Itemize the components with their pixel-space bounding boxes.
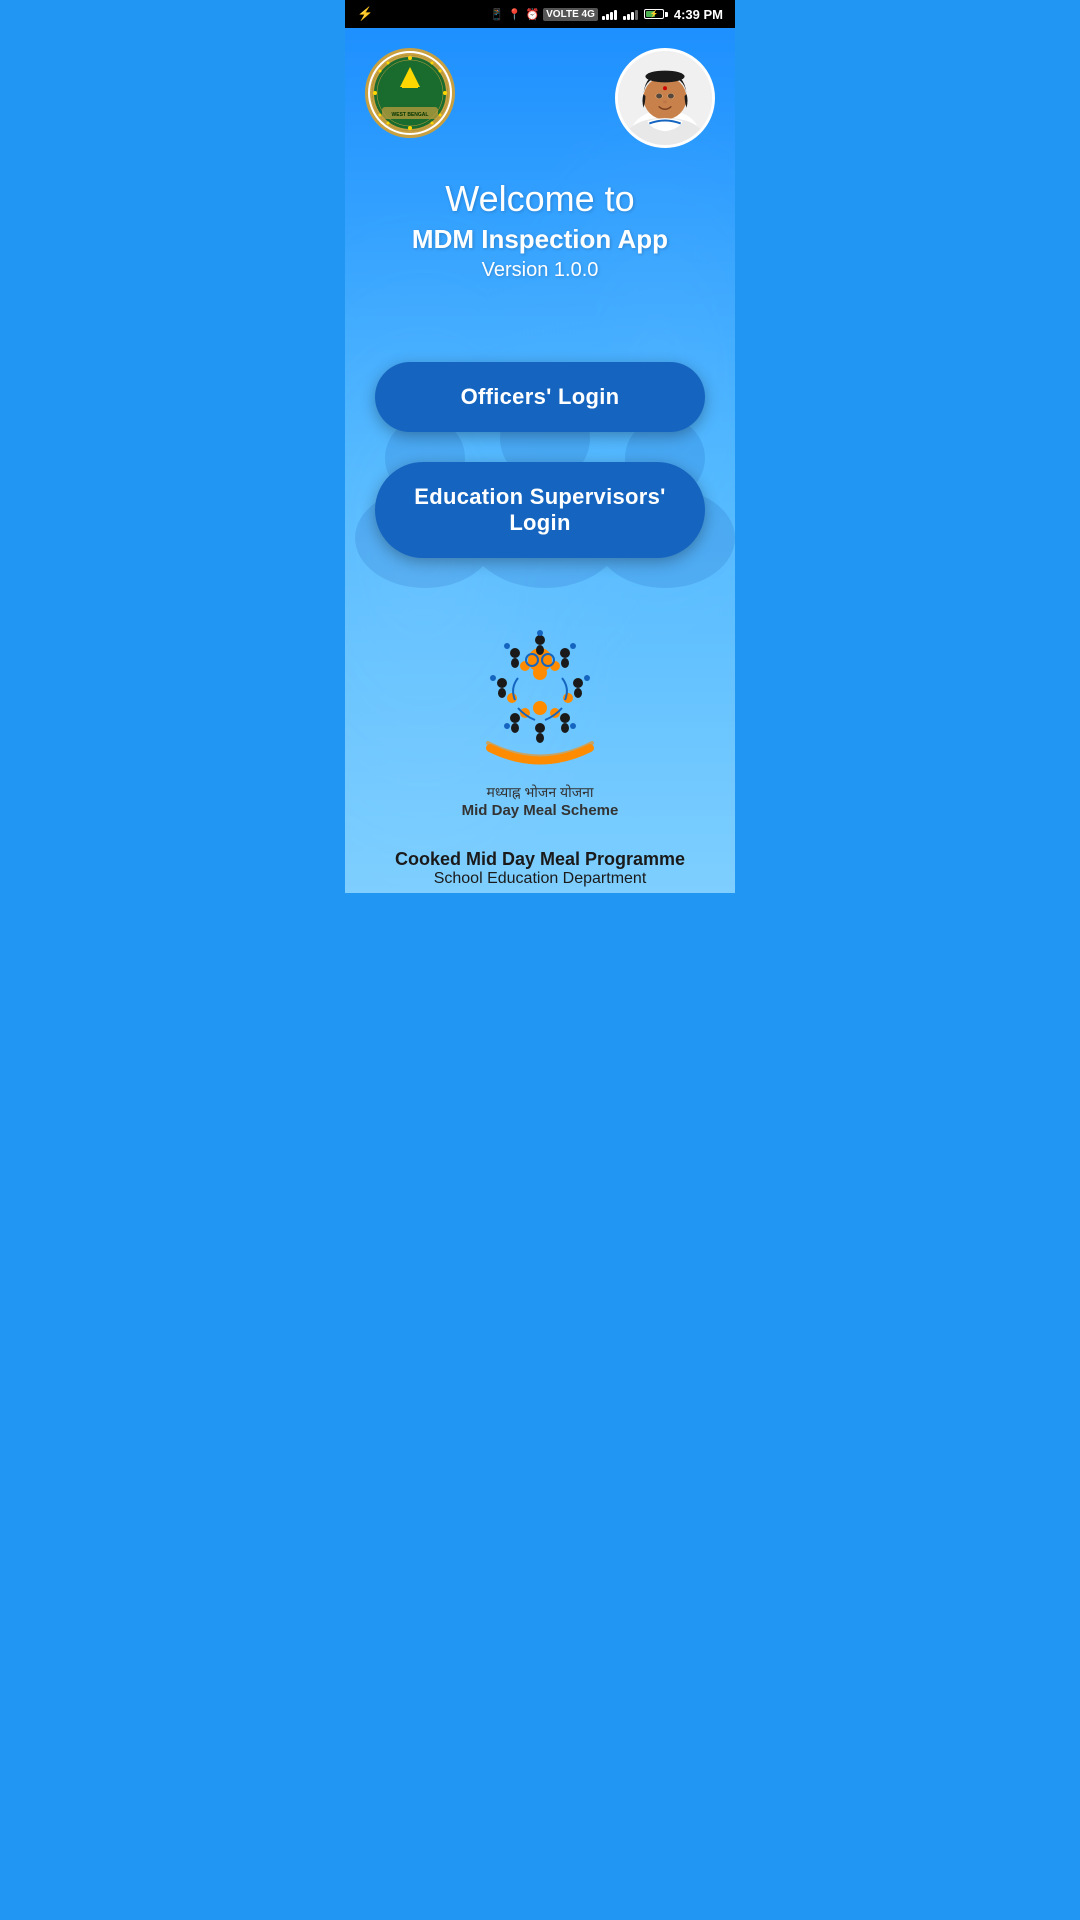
mdm-english-text: Mid Day Meal Scheme [462,802,619,819]
signal-bars-2 [623,8,638,20]
phone-icon: 📱 [490,8,504,21]
main-container: WEST BENGAL [345,28,735,893]
svg-text:WEST BENGAL: WEST BENGAL [392,112,429,118]
status-bar-right: 📱 📍 ⏰ VOLTE 4G ⚡ 4:39 P [490,7,723,22]
carrier-label: VOLTE 4G [543,8,598,21]
battery-icon: ⚡ [644,9,668,19]
supervisors-login-button[interactable]: Education Supervisors' Login [375,462,705,558]
time-display: 4:39 PM [674,7,723,22]
bottom-text-section: Cooked Mid Day Meal Programme School Edu… [345,839,735,893]
alarm-icon: ⏰ [525,8,539,21]
emblem-svg: WEST BENGAL [372,55,448,131]
location-icon: 📍 [508,8,522,21]
bottom-subtitle: School Education Department [365,870,715,888]
officers-login-button[interactable]: Officers' Login [375,362,705,432]
buttons-section: Officers' Login Education Supervisors' L… [345,302,735,578]
bottom-title: Cooked Mid Day Meal Programme [365,849,715,870]
person-avatar-svg [618,50,712,146]
welcome-section: Welcome to MDM Inspection App Version 1.… [345,148,735,302]
mdm-logo-svg [460,618,620,778]
mdm-hindi-text: मध्याह्न भोजन योजना [486,783,593,802]
status-bar-left: ⚡ [357,6,373,22]
status-bar: ⚡ 📱 📍 ⏰ VOLTE 4G ⚡ [345,0,735,28]
usb-icon: ⚡ [357,6,373,22]
govt-emblem: WEST BENGAL [365,48,455,138]
header-section: WEST BENGAL [345,28,735,148]
mdm-logo-section: मध्याह्न भोजन योजना Mid Day Meal Scheme [345,578,735,839]
app-name: MDM Inspection App [365,224,715,255]
emblem-inner: WEST BENGAL [370,53,450,133]
signal-bars-1 [602,8,617,20]
version-text: Version 1.0.0 [365,259,715,282]
person-avatar [615,48,715,148]
welcome-text: Welcome to [365,178,715,220]
mdm-mandala-logo [460,618,620,778]
